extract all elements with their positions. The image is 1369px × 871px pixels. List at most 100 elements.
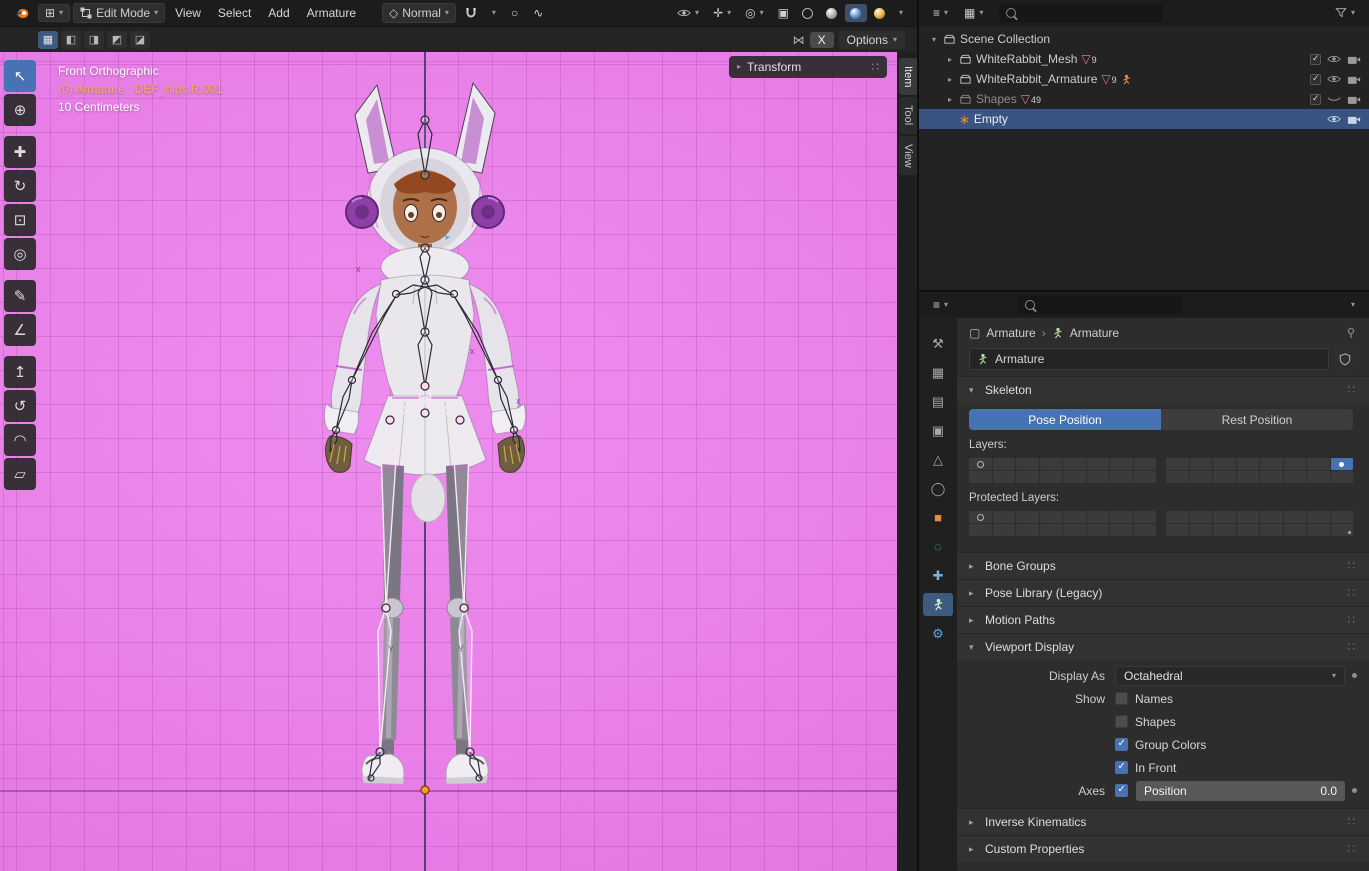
select-mode-invert[interactable]: ◩ <box>107 31 127 49</box>
layer-cell[interactable] <box>1110 471 1133 483</box>
layer-cell[interactable] <box>1331 524 1354 536</box>
outliner-row-whiterabbit-armature[interactable]: ▸ WhiteRabbit_Armature ▽9 <box>919 69 1369 89</box>
menu-select[interactable]: Select <box>211 6 258 20</box>
layer-cell[interactable] <box>969 524 992 536</box>
motion-paths-panel-header[interactable]: ▸ Motion Paths ∷ <box>957 606 1369 633</box>
select-mode-subtract[interactable]: ◨ <box>84 31 104 49</box>
panel-grip-icon[interactable]: ∷ <box>1347 815 1357 829</box>
layer-cell[interactable] <box>1166 458 1189 470</box>
shading-rendered-button[interactable] <box>869 4 891 22</box>
layer-cell[interactable] <box>1213 471 1236 483</box>
rest-position-button[interactable]: Rest Position <box>1161 409 1353 430</box>
properties-search-input[interactable] <box>1018 296 1182 314</box>
layer-cell[interactable] <box>1237 524 1260 536</box>
selectability-checkbox[interactable] <box>1310 74 1321 85</box>
render-camera-icon[interactable] <box>1347 54 1361 65</box>
select-mode-intersect[interactable]: ◪ <box>130 31 150 49</box>
panel-grip-icon[interactable]: ∷ <box>1347 586 1357 600</box>
layer-cell[interactable] <box>1016 458 1039 470</box>
layer-cell[interactable] <box>1213 458 1236 470</box>
layer-cell[interactable] <box>1134 471 1157 483</box>
layer-cell[interactable] <box>1260 471 1283 483</box>
layer-cell[interactable] <box>1190 458 1213 470</box>
selectability-checkbox[interactable] <box>1310 94 1321 105</box>
layer-cell[interactable] <box>1016 471 1039 483</box>
layer-cell[interactable] <box>1134 524 1157 536</box>
properties-tab-output[interactable]: ▤ <box>923 390 953 413</box>
outliner-filter-dropdown[interactable]: ▾ <box>1329 5 1361 21</box>
panel-grip-icon[interactable]: ∷ <box>1347 559 1357 573</box>
hide-eye-icon[interactable] <box>1327 74 1341 84</box>
mirror-x-toggle[interactable]: X <box>810 32 834 48</box>
tool-cursor[interactable]: ⊕ <box>4 94 36 126</box>
tool-annotate[interactable]: ✎ <box>4 280 36 312</box>
layer-cell[interactable] <box>1040 524 1063 536</box>
properties-filter-dropdown[interactable]: ▾ <box>1345 299 1361 311</box>
breadcrumb-data[interactable]: Armature <box>1070 326 1119 340</box>
layer-cell[interactable] <box>1087 511 1110 523</box>
render-camera-icon[interactable] <box>1347 114 1361 125</box>
hide-eye-icon[interactable] <box>1327 114 1341 124</box>
group-colors-checkbox[interactable] <box>1115 738 1128 751</box>
layer-cell[interactable] <box>1166 471 1189 483</box>
layer-cell[interactable] <box>1260 458 1283 470</box>
layer-cell[interactable] <box>1063 458 1086 470</box>
disclosure-closed-icon[interactable]: ▸ <box>945 75 955 84</box>
tool-roll[interactable]: ↺ <box>4 390 36 422</box>
gizmos-toggle[interactable]: ✛ ▾ <box>707 5 737 21</box>
layer-cell[interactable] <box>993 471 1016 483</box>
menu-armature[interactable]: Armature <box>300 6 363 20</box>
hide-eye-icon[interactable] <box>1327 54 1341 64</box>
layer-cell[interactable] <box>1110 458 1133 470</box>
layer-cell[interactable] <box>1063 511 1086 523</box>
layer-cell[interactable] <box>1237 511 1260 523</box>
bone-groups-panel-header[interactable]: ▸ Bone Groups ∷ <box>957 552 1369 579</box>
layer-cell[interactable] <box>969 458 992 470</box>
layer-cell[interactable] <box>1190 511 1213 523</box>
outliner-display-mode[interactable]: ▦ ▾ <box>958 5 989 21</box>
layer-cell[interactable] <box>1307 458 1330 470</box>
skeleton-panel-header[interactable]: ▾ Skeleton ∷ <box>957 376 1369 403</box>
menu-view[interactable]: View <box>168 6 208 20</box>
axes-checkbox[interactable] <box>1115 784 1128 797</box>
blender-app-menu[interactable] <box>8 5 35 22</box>
properties-tab-world[interactable]: ◯ <box>923 477 953 500</box>
layer-cell[interactable] <box>1016 511 1039 523</box>
menu-add[interactable]: Add <box>261 6 296 20</box>
sidebar-tab-item[interactable]: Item <box>899 58 917 95</box>
render-camera-icon[interactable] <box>1347 94 1361 105</box>
layer-cell[interactable] <box>1087 524 1110 536</box>
layer-cell[interactable] <box>969 511 992 523</box>
panel-grip-icon[interactable]: ∷ <box>871 60 879 74</box>
properties-tab-object[interactable]: ■ <box>923 506 953 529</box>
properties-tab-object-data[interactable] <box>923 593 953 616</box>
datablock-name-field[interactable]: Armature <box>969 348 1329 370</box>
panel-grip-icon[interactable]: ∷ <box>1347 640 1357 654</box>
snap-toggle[interactable] <box>459 5 483 21</box>
shading-dropdown[interactable]: ▾ <box>893 7 909 19</box>
disclosure-closed-icon[interactable]: ▸ <box>945 95 955 104</box>
layer-cell[interactable] <box>1331 511 1354 523</box>
disclosure-open-icon[interactable]: ▾ <box>929 35 939 44</box>
proportional-falloff-dropdown[interactable]: ∿ <box>527 5 549 21</box>
layer-cell[interactable] <box>1213 511 1236 523</box>
editor-type-selector[interactable]: ⊞ ▾ <box>38 4 70 22</box>
layer-cell[interactable] <box>1110 524 1133 536</box>
overlays-toggle[interactable]: ◎ ▾ <box>739 5 770 21</box>
layer-cell[interactable] <box>1260 524 1283 536</box>
layer-cell[interactable] <box>1284 511 1307 523</box>
layer-cell[interactable] <box>1307 471 1330 483</box>
layer-cell[interactable] <box>1331 458 1354 470</box>
properties-editor-selector[interactable]: ≡ ▾ <box>927 297 954 313</box>
properties-tab-scene[interactable]: △ <box>923 448 953 471</box>
pin-icon[interactable] <box>1345 327 1357 339</box>
tool-measure[interactable]: ∠ <box>4 314 36 346</box>
tool-rotate[interactable]: ↻ <box>4 170 36 202</box>
outliner-row-scene-collection[interactable]: ▾ Scene Collection <box>919 29 1369 49</box>
panel-grip-icon[interactable]: ∷ <box>1347 842 1357 856</box>
layer-cell[interactable] <box>1237 458 1260 470</box>
layer-cell[interactable] <box>993 511 1016 523</box>
layer-cell[interactable] <box>1087 458 1110 470</box>
layer-cell[interactable] <box>1040 471 1063 483</box>
hidden-eye-closed-icon[interactable] <box>1327 94 1341 104</box>
